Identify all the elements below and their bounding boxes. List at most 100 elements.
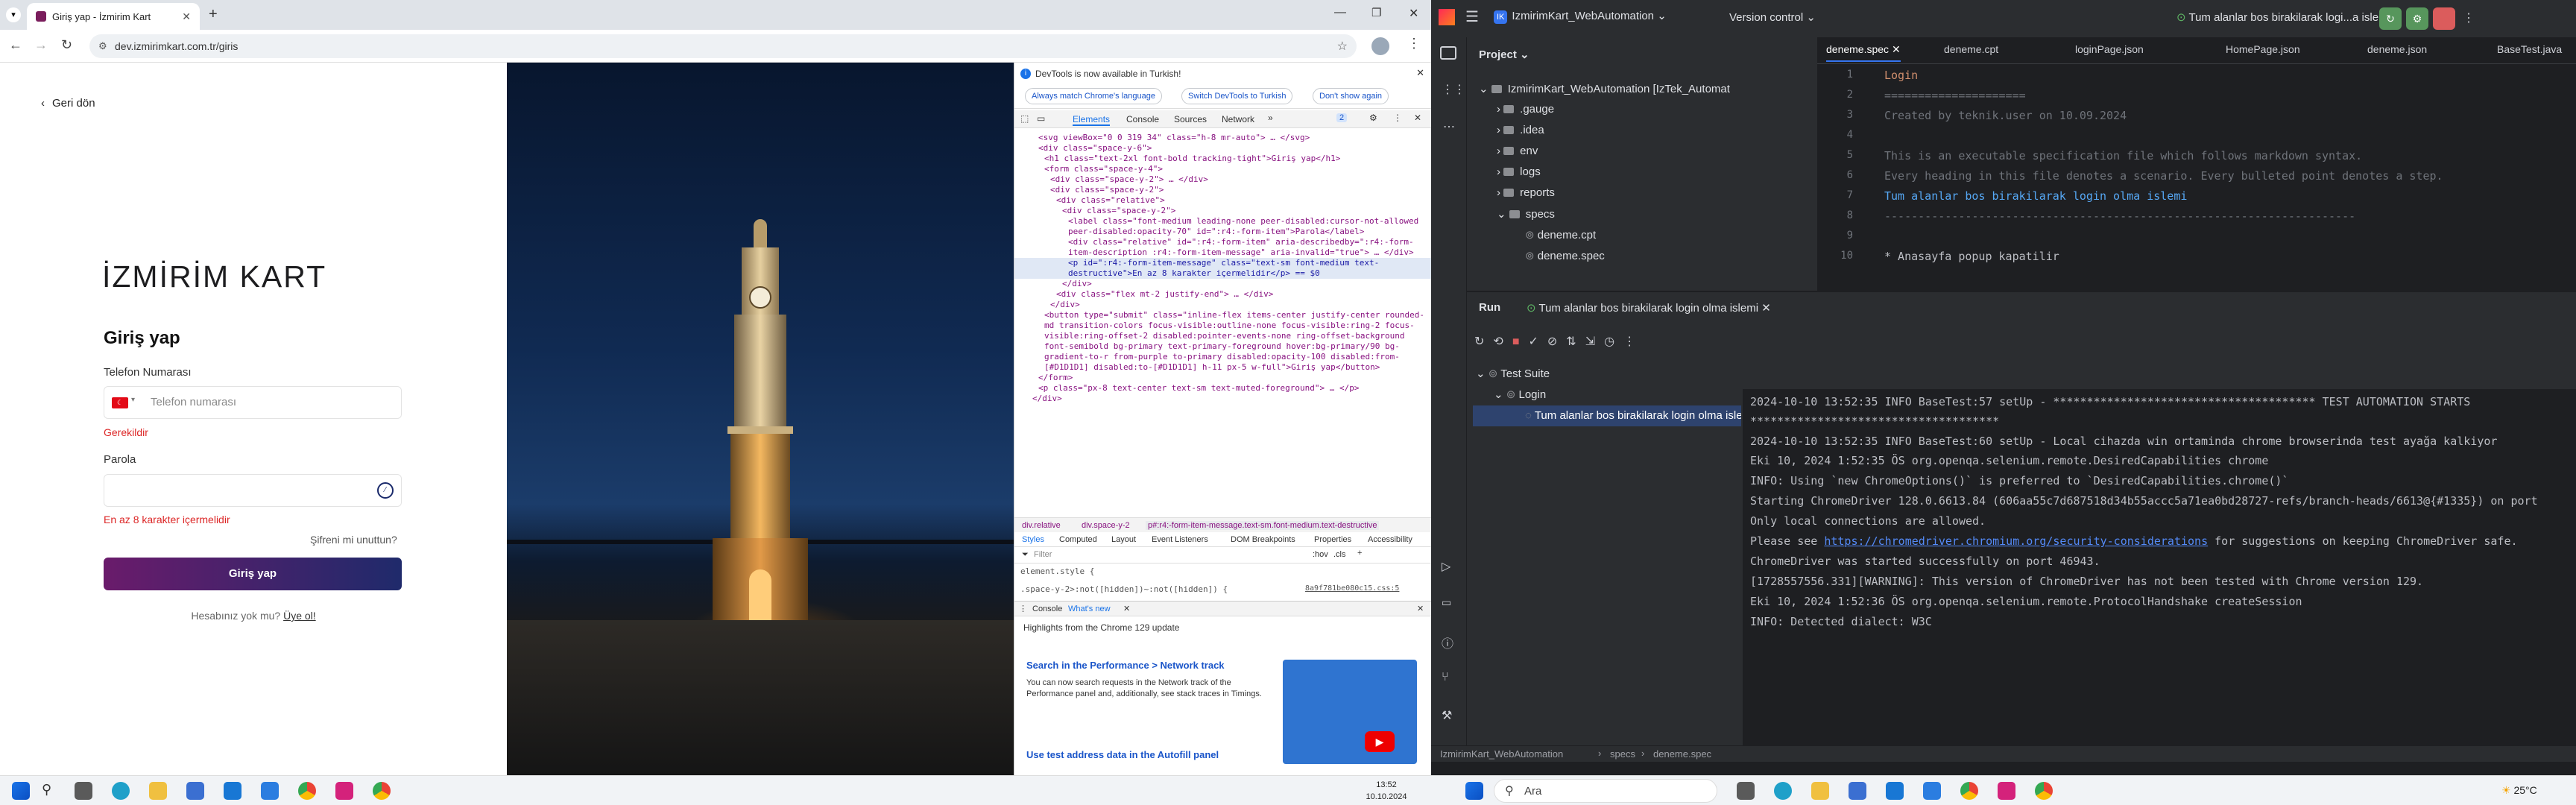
style-source-link[interactable]: 8a9f781be080c15.css:5 (1305, 584, 1399, 593)
more-tabs-icon[interactable]: » (1268, 113, 1273, 123)
subtab-computed[interactable]: Computed (1059, 535, 1097, 544)
tab-sources[interactable]: Sources (1174, 114, 1207, 124)
test-login-node[interactable]: ⌄ ⊚ Login (1494, 388, 1546, 401)
drawer-heading-1[interactable]: Search in the Performance > Network trac… (1026, 660, 1225, 671)
mail-icon[interactable] (1886, 782, 1904, 800)
tree-item-gauge[interactable]: › .gauge (1497, 103, 1554, 116)
photos-icon[interactable] (1923, 782, 1941, 800)
back-link[interactable]: ‹ Geri dön (41, 97, 95, 110)
history-icon[interactable]: ◷ (1604, 335, 1623, 348)
crumb-1[interactable]: div.relative (1022, 521, 1061, 530)
crumb-2[interactable]: div.space-y-2 (1082, 521, 1130, 530)
site-info-icon[interactable]: ⚙ (98, 40, 107, 52)
subtab-layout[interactable]: Layout (1111, 535, 1136, 544)
dom-node-line[interactable]: </form> (1014, 373, 1431, 383)
tree-item-env[interactable]: › env (1497, 145, 1538, 157)
file-explorer-icon[interactable] (149, 782, 167, 800)
match-language-button[interactable]: Always match Chrome's language (1025, 88, 1162, 104)
code-line[interactable]: * Anasayfa popup kapatilir (1884, 250, 2059, 263)
tab-network[interactable]: Network (1222, 114, 1254, 124)
vcs-selector[interactable]: Version control ⌄ (1729, 10, 1816, 24)
console-output[interactable]: 2024-10-10 13:52:35 INFO BaseTest:57 set… (1743, 389, 2576, 745)
windows-start-icon[interactable] (12, 782, 30, 800)
windows-start-icon-2[interactable] (1465, 782, 1483, 800)
devtools-menu-icon[interactable]: ⋮ (1393, 113, 1402, 123)
styles-filter-input[interactable]: Filter (1034, 550, 1052, 559)
tree-item-logs[interactable]: › logs (1497, 165, 1541, 178)
intellij-icon[interactable] (335, 782, 353, 800)
subtab-properties[interactable]: Properties (1314, 535, 1351, 544)
code-line[interactable]: Login (1884, 69, 1918, 82)
password-input[interactable]: ⁄ (104, 474, 402, 507)
code-area[interactable]: 1 Login 2 ===================== 3 Created by … (1817, 69, 2576, 291)
edge-icon[interactable] (1774, 782, 1792, 800)
new-tab-icon[interactable]: + (209, 6, 218, 23)
weather-widget[interactable]: ☀ 25°C (2501, 784, 2537, 797)
dom-node-line[interactable]: <form class="space-y-4"> (1014, 164, 1431, 174)
dom-node-line[interactable]: <label class="font-medium leading-none p… (1014, 216, 1431, 237)
file-explorer-icon[interactable] (1811, 782, 1829, 800)
cls-toggle[interactable]: .cls (1333, 550, 1346, 559)
tree-item-reports[interactable]: › reports (1497, 186, 1555, 199)
login-submit-button[interactable]: Giriş yap (104, 558, 402, 590)
more-actions-icon[interactable]: ⋮ (2463, 10, 2475, 25)
forgot-password-link[interactable]: Şifreni mi unuttun? (310, 534, 397, 546)
rerun-failed-icon[interactable]: ⟲ (1493, 335, 1512, 348)
tree-file-cpt[interactable]: ⊚ deneme.cpt (1525, 228, 1596, 242)
close-devtools-icon[interactable]: ✕ (1414, 113, 1421, 123)
problems-tool-icon[interactable]: ⓘ (1442, 634, 1453, 651)
photos-icon[interactable] (261, 782, 279, 800)
test-suite-node[interactable]: ⌄ ⊚ Test Suite (1476, 367, 1550, 380)
editor-tab-homepage[interactable]: HomePage.json (2226, 43, 2300, 55)
phone-field[interactable]: ☾ ▾ Telefon numarası (104, 386, 402, 419)
reload-icon[interactable]: ↻ (61, 37, 72, 53)
issues-badge[interactable]: 2 (1336, 113, 1348, 122)
sort-icon[interactable]: ⇅ (1566, 335, 1585, 348)
chrome-menu-icon[interactable]: ⋮ (1407, 36, 1421, 51)
profile-avatar[interactable] (1371, 37, 1389, 55)
dom-node-line[interactable]: <div class="space-y-2"> (1014, 185, 1431, 195)
tab-console[interactable]: Console (1126, 114, 1159, 124)
code-line[interactable]: Created by teknik.user on 10.09.2024 (1884, 109, 2127, 122)
chrome-icon-2[interactable] (373, 782, 391, 800)
structure-tool-icon[interactable]: ⋮⋮ (1442, 82, 1465, 97)
run-config-selector[interactable]: ⊙ Tum alanlar bos birakilarak logi...a i… (2176, 10, 2403, 24)
subtab-dom-breakpoints[interactable]: DOM Breakpoints (1231, 535, 1295, 544)
dom-node-line[interactable]: <svg viewBox="0 0 319 34" class="h-8 mr-… (1014, 133, 1431, 143)
tab-elements[interactable]: Elements (1073, 114, 1111, 126)
dom-node-line[interactable]: <div class="flex mt-2 justify-end"> … </… (1014, 289, 1431, 300)
project-selector[interactable]: IK IzmirimKart_WebAutomation ⌄ (1494, 9, 1667, 24)
editor-tab-loginpage[interactable]: loginPage.json (2075, 43, 2144, 55)
editor-tab-deneme-cpt[interactable]: deneme.cpt (1944, 43, 1998, 55)
address-bar[interactable]: ⚙ dev.izmirimkart.com.tr/giris ☆ (89, 34, 1357, 58)
project-tool-icon[interactable] (1440, 46, 1456, 60)
drawer-tab-whats-new[interactable]: What's new (1068, 604, 1111, 613)
test-case-node[interactable]: ◌ Tum alanlar bos birakilarak login olma… (1473, 405, 1741, 426)
editor-tab-deneme-json[interactable]: deneme.json (2367, 43, 2427, 55)
dom-node-line[interactable]: <div class="space-y-2"> … </div> (1014, 174, 1431, 185)
dom-node-line[interactable]: <h1 class="text-2xl font-bold tracking-t… (1014, 154, 1431, 164)
taskbar-search-box[interactable]: ⚲ Ara (1494, 779, 1717, 803)
dom-node-line[interactable]: <div class="relative" id=":r4:-form-item… (1014, 237, 1431, 258)
code-line[interactable]: Tum alanlar bos birakilarak login olma i… (1884, 189, 2187, 203)
chrome-icon[interactable] (298, 782, 316, 800)
add-rule-icon[interactable]: + (1357, 549, 1362, 558)
store-icon[interactable] (1849, 782, 1866, 800)
store-icon[interactable] (186, 782, 204, 800)
run-more-icon[interactable]: ⋮ (1623, 335, 1644, 348)
taskbar-clock[interactable]: 13:52 10.10.2024 (1357, 779, 1416, 803)
close-window-icon[interactable]: ✕ (1409, 6, 1418, 21)
rerun-icon[interactable]: ↻ (1474, 335, 1493, 348)
hamburger-menu-icon[interactable]: ☰ (1465, 7, 1479, 26)
rerun-button[interactable]: ↻ (2379, 7, 2402, 30)
hov-toggle[interactable]: :hov (1313, 550, 1328, 559)
code-line[interactable]: Every heading in this file denotes a sce… (1884, 169, 2443, 183)
dont-show-button[interactable]: Don't show again (1313, 88, 1389, 104)
console-link[interactable]: https://chromedriver.chromium.org/securi… (1824, 534, 2208, 548)
editor-tab-basetest[interactable]: BaseTest.java (2497, 43, 2562, 55)
dom-node-line[interactable]: </div> (1014, 300, 1431, 310)
subtab-accessibility[interactable]: Accessibility (1368, 535, 1412, 544)
show-ignored-icon[interactable]: ⊘ (1547, 335, 1566, 348)
drawer-tab-close-icon[interactable]: ✕ (1123, 604, 1130, 613)
code-line[interactable]: This is an executable specification file… (1884, 149, 2362, 162)
